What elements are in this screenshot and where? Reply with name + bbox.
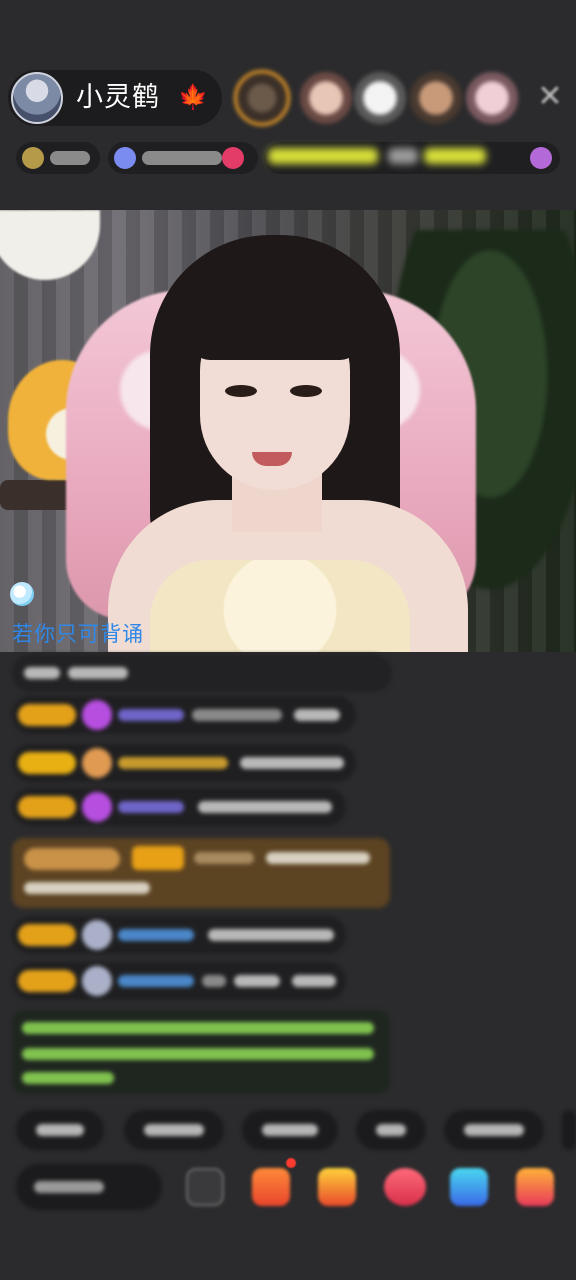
chat-message[interactable] <box>12 916 346 954</box>
rank-chip-text <box>268 148 378 164</box>
system-notice <box>12 1010 390 1094</box>
rank-chip[interactable] <box>16 142 100 174</box>
lyric-text: 若你只可背诵 <box>12 622 144 646</box>
quick-action-button[interactable] <box>356 1110 426 1150</box>
emoji-icon[interactable] <box>186 1168 224 1206</box>
gift-icon[interactable] <box>252 1168 290 1206</box>
host-avatar[interactable] <box>11 72 63 124</box>
maple-leaf-icon: 🍁 <box>178 83 208 111</box>
quick-action-button[interactable] <box>242 1110 338 1150</box>
rank-chip-text <box>424 148 486 164</box>
top-viewer-avatar-4[interactable] <box>410 72 462 124</box>
close-icon[interactable]: ✕ <box>534 80 566 114</box>
top-viewer-avatar-1[interactable] <box>234 70 290 126</box>
host-info-pill[interactable]: 小灵鹤 🍁 <box>8 70 222 126</box>
live-video[interactable] <box>0 210 576 652</box>
top-viewer-avatar-5[interactable] <box>466 72 518 124</box>
gift-message[interactable] <box>12 838 390 908</box>
chat-message[interactable] <box>12 696 356 734</box>
gift-icon[interactable] <box>384 1168 426 1206</box>
chat-message[interactable] <box>12 788 346 826</box>
top-viewer-avatar-2[interactable] <box>300 72 352 124</box>
chat-input[interactable] <box>16 1164 162 1210</box>
quick-action-button[interactable] <box>444 1110 544 1150</box>
gift-icon[interactable] <box>516 1168 554 1206</box>
host-name: 小灵鹤 <box>76 82 160 113</box>
rank-chip-text <box>388 148 418 164</box>
quick-action-button[interactable] <box>16 1110 104 1150</box>
chat-message[interactable] <box>12 962 346 1000</box>
quick-action-button[interactable] <box>124 1110 224 1150</box>
gift-icon[interactable] <box>318 1168 356 1206</box>
streamer-eye <box>225 385 257 397</box>
rank-chip[interactable] <box>108 142 258 174</box>
music-note-icon <box>10 582 34 606</box>
quick-action-button[interactable] <box>562 1110 576 1150</box>
gift-icon[interactable] <box>450 1168 488 1206</box>
notification-dot <box>286 1158 296 1168</box>
chat-message[interactable] <box>12 654 392 692</box>
top-viewer-avatar-3[interactable] <box>354 72 406 124</box>
chat-message[interactable] <box>12 744 356 782</box>
streamer-eye <box>290 385 322 397</box>
streamer-top <box>150 560 410 652</box>
